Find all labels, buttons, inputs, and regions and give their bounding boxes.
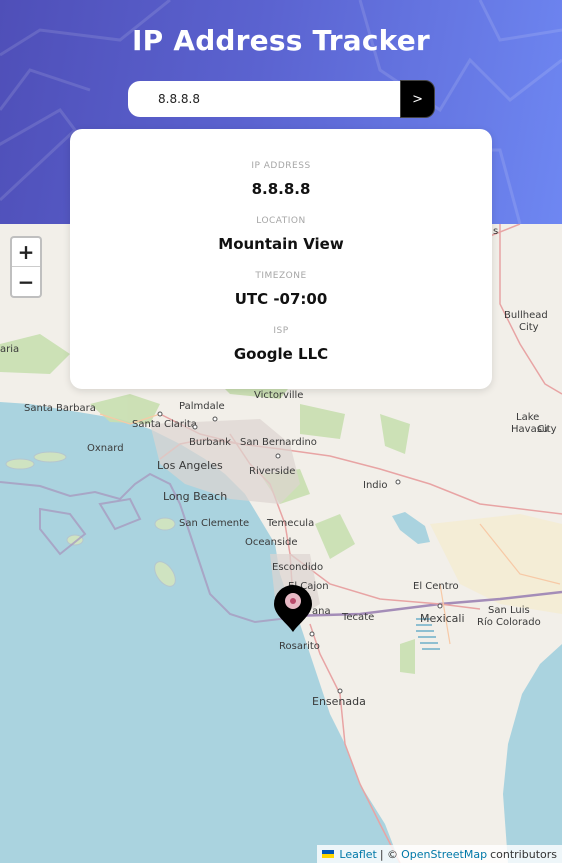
map-label: City — [519, 322, 539, 333]
map-label: Mexicali — [420, 612, 465, 625]
attribution-separator: | © — [379, 847, 399, 861]
map-label: Temecula — [266, 518, 314, 529]
map-label: Los Angeles — [157, 459, 223, 472]
map-label: Indio — [363, 480, 388, 491]
openstreetmap-link[interactable]: OpenStreetMap — [401, 848, 487, 861]
map-label: Río Colorado — [477, 616, 541, 628]
zoom-control: + − — [10, 236, 42, 298]
map-label: Rosarito — [279, 641, 320, 652]
map-label: Oxnard — [87, 443, 124, 454]
map-label: Escondido — [272, 562, 323, 573]
map-label: Santa Clarita — [132, 419, 197, 430]
map-attribution: Leaflet | © OpenStreetMap contributors — [317, 845, 562, 863]
timezone-label: TIMEZONE — [255, 271, 307, 281]
map-label: Lake — [516, 412, 539, 423]
ip-search-input[interactable] — [128, 81, 401, 117]
map-label: Burbank — [189, 437, 231, 448]
map-label: San Clemente — [179, 518, 249, 529]
map-label: s — [493, 226, 498, 237]
map-label: aria — [0, 344, 19, 355]
isp-label: ISP — [273, 326, 289, 336]
map-label: ana — [312, 606, 331, 617]
map-label: Long Beach — [163, 490, 227, 503]
map-label: Tecate — [341, 612, 374, 623]
zoom-out-button[interactable]: − — [12, 267, 40, 296]
submit-button[interactable]: > — [400, 80, 435, 118]
attribution-contributors: contributors — [490, 847, 557, 861]
ip-search-form: > — [128, 80, 435, 118]
map-label: City — [537, 424, 557, 435]
map-label: El Centro — [413, 581, 459, 592]
map-label: Palmdale — [179, 401, 225, 412]
map-label: Victorville — [254, 390, 303, 401]
map-label: Oceanside — [245, 537, 297, 548]
zoom-in-button[interactable]: + — [12, 238, 40, 267]
timezone-value: UTC -07:00 — [234, 290, 328, 308]
map-label: Riverside — [249, 466, 295, 477]
ip-address-value: 8.8.8.8 — [251, 180, 311, 198]
map-label: San Bernardino — [240, 437, 317, 448]
map-label: Santa Barbara — [24, 403, 96, 414]
location-value: Mountain View — [218, 235, 344, 253]
ip-address-label: IP ADDRESS — [251, 161, 311, 171]
location-label: LOCATION — [256, 216, 306, 226]
leaflet-link[interactable]: Leaflet — [339, 848, 376, 861]
ip-info-card: IP ADDRESS 8.8.8.8 LOCATION Mountain Vie… — [70, 129, 492, 389]
map-label: San Luis — [488, 605, 530, 616]
isp-value: Google LLC — [233, 345, 329, 363]
map-label: Ensenada — [312, 695, 366, 708]
map-label: Bullhead — [504, 310, 548, 321]
page-title: IP Address Tracker — [132, 24, 430, 57]
ukraine-flag-icon — [322, 850, 335, 858]
location-marker-icon[interactable] — [273, 585, 313, 633]
